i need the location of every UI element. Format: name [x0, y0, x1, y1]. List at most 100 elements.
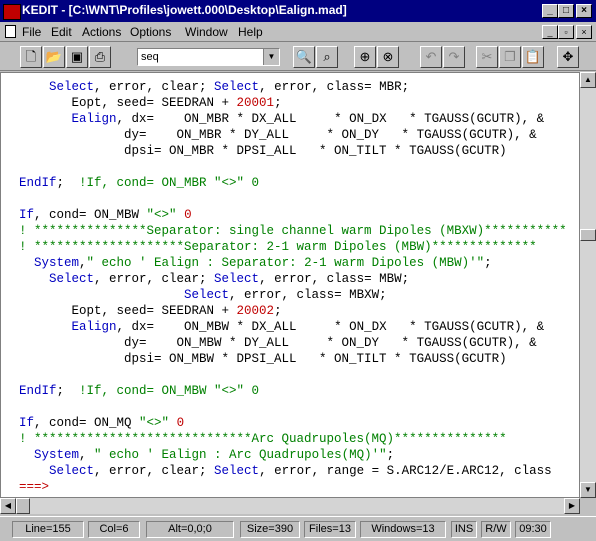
save-icon[interactable]: ▣	[66, 46, 88, 68]
status-windows: Windows=13	[360, 521, 446, 538]
code-token: ;	[56, 384, 80, 398]
status-time: 09:30	[515, 521, 551, 538]
code-line[interactable]: dy= ON_MBR * DY_ALL * ON_DY * TGAUSS(GCU…	[19, 127, 537, 143]
code-token: 20002	[236, 304, 275, 318]
close-button[interactable]: ×	[576, 4, 592, 18]
find-icon[interactable]: 🔍	[293, 46, 315, 68]
code-token: Select	[19, 272, 95, 286]
menu-window[interactable]: Window	[185, 25, 228, 39]
code-line[interactable]: Ealign, dx= ON_MBW * DX_ALL * ON_DX * TG…	[19, 319, 545, 335]
settings-icon[interactable]: ✥	[557, 46, 579, 68]
maximize-button[interactable]: □	[558, 4, 574, 18]
zoom-icon[interactable]: ⊕	[354, 46, 376, 68]
code-line[interactable]: If, cond= ON_MBW "<>" 0	[19, 207, 192, 223]
menu-edit[interactable]: Edit	[51, 25, 72, 39]
status-read-write: R/W	[481, 521, 511, 538]
code-token: Eopt, seed= SEEDRAN +	[19, 96, 237, 110]
code-token: "<>"	[146, 208, 177, 222]
code-token: Select	[214, 464, 260, 478]
new-file-icon[interactable]: 🗋	[20, 46, 42, 68]
paste-icon[interactable]: 📋	[522, 46, 544, 68]
status-size: Size=390	[240, 521, 300, 538]
code-line[interactable]: dpsi= ON_MBW * DPSI_ALL * ON_TILT * TGAU…	[19, 351, 507, 367]
status-line: Line=155	[12, 521, 84, 538]
code-token: , cond= ON_MBW	[34, 208, 147, 222]
title-bar: KEDIT - [C:\WNT\Profiles\jowett.000\Desk…	[0, 0, 596, 22]
code-token: ;	[274, 304, 282, 318]
search-combo[interactable]: seq ▼	[137, 48, 280, 66]
zoom-alt-icon[interactable]: ⊗	[377, 46, 399, 68]
undo-icon[interactable]: ↶	[420, 46, 442, 68]
find-next-icon[interactable]: ⌕	[316, 46, 338, 68]
code-line[interactable]: Select, error, class= MBXW;	[19, 287, 387, 303]
code-token: ,	[79, 256, 87, 270]
code-token: !If, cond= ON_MBR "<>" 0	[79, 176, 260, 190]
minimize-button[interactable]: _	[542, 4, 558, 18]
code-line[interactable]: ===>	[19, 479, 49, 495]
code-token: Select	[214, 80, 260, 94]
menu-actions[interactable]: Actions	[82, 25, 121, 39]
menu-bar: File Edit Actions Options Window Help _ …	[0, 22, 596, 42]
doc-minimize-button[interactable]: _	[542, 25, 558, 39]
code-token: ,	[79, 448, 95, 462]
doc-restore-button[interactable]: ▫	[558, 25, 574, 39]
scroll-right-icon[interactable]: ▶	[564, 498, 580, 514]
code-token: , error, clear;	[94, 464, 215, 478]
code-line[interactable]: System, " echo ' Ealign : Arc Quadrupole…	[19, 447, 394, 463]
code-token: , error, class= MBW;	[259, 272, 410, 286]
code-token: , dx= ON_MBW * DX_ALL * ON_DX * TGAUSS(G…	[116, 320, 545, 334]
code-token: , error, clear;	[94, 272, 215, 286]
menu-help[interactable]: Help	[238, 25, 263, 39]
horizontal-scrollbar[interactable]: ◀ ▶	[0, 498, 580, 514]
code-line[interactable]: dpsi= ON_MBR * DPSI_ALL * ON_TILT * TGAU…	[19, 143, 507, 159]
open-folder-icon[interactable]: 📂	[43, 46, 65, 68]
status-files: Files=13	[304, 521, 356, 538]
app-icon[interactable]	[3, 4, 21, 20]
code-token: ;	[484, 256, 492, 270]
code-line[interactable]: Eopt, seed= SEEDRAN + 20001;	[19, 95, 282, 111]
editor-area[interactable]: Select, error, clear; Select, error, cla…	[0, 72, 580, 498]
document-icon[interactable]	[5, 25, 16, 38]
code-token: , error, class= MBXW;	[229, 288, 387, 302]
copy-icon[interactable]: ❐	[499, 46, 521, 68]
doc-close-button[interactable]: ×	[576, 25, 592, 39]
code-line[interactable]: Select, error, clear; Select, error, cla…	[19, 79, 409, 95]
code-line[interactable]: Ealign, dx= ON_MBR * DX_ALL * ON_DX * TG…	[19, 111, 545, 127]
code-line[interactable]: Select, error, clear; Select, error, cla…	[19, 271, 409, 287]
menu-file[interactable]: File	[22, 25, 41, 39]
code-line[interactable]: If, cond= ON_MQ "<>" 0	[19, 415, 184, 431]
print-icon[interactable]: ⎙	[89, 46, 111, 68]
code-token: !If, cond= ON_MBW "<>" 0	[79, 384, 260, 398]
cut-icon[interactable]: ✂	[476, 46, 498, 68]
code-line[interactable]: EndIf; !If, cond= ON_MBR "<>" 0	[19, 175, 259, 191]
h-scroll-thumb[interactable]	[16, 498, 30, 514]
code-line[interactable]: ! *****************************Arc Quadr…	[19, 431, 507, 447]
code-token: , error, clear;	[94, 80, 215, 94]
scroll-thumb[interactable]	[580, 229, 596, 241]
code-line[interactable]: dy= ON_MBW * DY_ALL * ON_DY * TGAUSS(GCU…	[19, 335, 537, 351]
code-line[interactable]: Select, error, clear; Select, error, ran…	[19, 463, 552, 479]
scroll-left-icon[interactable]: ◀	[0, 498, 16, 514]
code-line[interactable]: System," echo ' Ealign : Separator: 2-1 …	[19, 255, 492, 271]
code-token: dy= ON_MBW * DY_ALL * ON_DY * TGAUSS(GCU…	[19, 336, 537, 350]
status-insert-mode: INS	[451, 521, 477, 538]
code-line[interactable]: ! ***************Separator: single chann…	[19, 223, 567, 239]
scroll-down-icon[interactable]: ▼	[580, 482, 596, 498]
code-token: , error, range = S.ARC12/E.ARC12, class	[259, 464, 552, 478]
code-token: , error, class= MBR;	[259, 80, 410, 94]
code-token: Ealign	[19, 320, 117, 334]
menu-options[interactable]: Options	[130, 25, 171, 39]
code-token: EndIf	[19, 176, 57, 190]
code-line[interactable]: Eopt, seed= SEEDRAN + 20002;	[19, 303, 282, 319]
code-token: Select	[184, 288, 230, 302]
redo-icon[interactable]: ↷	[443, 46, 465, 68]
code-line[interactable]: EndIf; !If, cond= ON_MBW "<>" 0	[19, 383, 259, 399]
vertical-scrollbar[interactable]: ▲ ▼	[580, 72, 596, 498]
chevron-down-icon[interactable]: ▼	[263, 49, 279, 65]
code-token: ;	[386, 448, 395, 462]
code-token: dpsi= ON_MBR * DPSI_ALL * ON_TILT * TGAU…	[19, 144, 507, 158]
code-line[interactable]: ! ********************Separator: 2-1 war…	[19, 239, 537, 255]
scroll-up-icon[interactable]: ▲	[580, 72, 596, 88]
